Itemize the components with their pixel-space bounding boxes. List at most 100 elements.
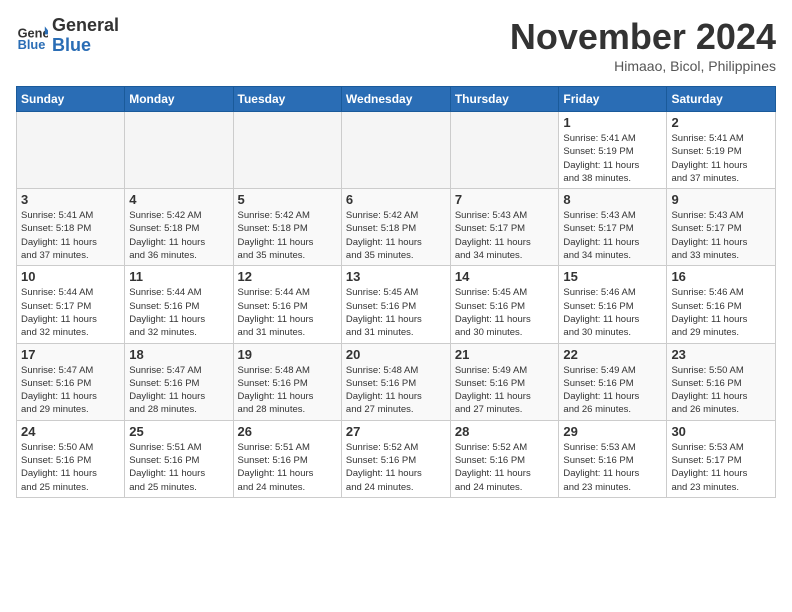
day-info: Sunrise: 5:46 AM Sunset: 5:16 PM Dayligh… — [563, 286, 662, 339]
weekday-header-saturday: Saturday — [667, 87, 776, 112]
calendar-cell: 23 Sunrise: 5:50 AM Sunset: 5:16 PM Dayli… — [667, 343, 776, 420]
day-number: 18 — [129, 347, 228, 362]
day-number: 3 — [21, 192, 120, 207]
day-info: Sunrise: 5:52 AM Sunset: 5:16 PM Dayligh… — [455, 441, 555, 494]
day-number: 19 — [238, 347, 337, 362]
day-number: 26 — [238, 424, 337, 439]
day-info: Sunrise: 5:44 AM Sunset: 5:16 PM Dayligh… — [129, 286, 228, 339]
day-info: Sunrise: 5:48 AM Sunset: 5:16 PM Dayligh… — [346, 364, 446, 417]
logo-general-text: General — [52, 16, 119, 36]
day-info: Sunrise: 5:41 AM Sunset: 5:19 PM Dayligh… — [671, 132, 771, 185]
day-info: Sunrise: 5:50 AM Sunset: 5:16 PM Dayligh… — [21, 441, 120, 494]
day-info: Sunrise: 5:52 AM Sunset: 5:16 PM Dayligh… — [346, 441, 446, 494]
day-number: 23 — [671, 347, 771, 362]
day-number: 22 — [563, 347, 662, 362]
calendar-cell: 12Sunrise: 5:44 AM Sunset: 5:16 PM Dayli… — [233, 266, 341, 343]
day-number: 20 — [346, 347, 446, 362]
day-info: Sunrise: 5:43 AM Sunset: 5:17 PM Dayligh… — [563, 209, 662, 262]
calendar-cell: 25Sunrise: 5:51 AM Sunset: 5:16 PM Dayli… — [125, 420, 233, 497]
day-number: 9 — [671, 192, 771, 207]
calendar-cell: 9Sunrise: 5:43 AM Sunset: 5:17 PM Daylig… — [667, 189, 776, 266]
day-info: Sunrise: 5:42 AM Sunset: 5:18 PM Dayligh… — [129, 209, 228, 262]
calendar-cell: 6 Sunrise: 5:42 AM Sunset: 5:18 PM Daylig… — [341, 189, 450, 266]
day-info: Sunrise: 5:42 AM Sunset: 5:18 PM Dayligh… — [238, 209, 337, 262]
calendar-cell — [233, 112, 341, 189]
calendar-cell: 3 Sunrise: 5:41 AM Sunset: 5:18 PM Daylig… — [17, 189, 125, 266]
day-info: Sunrise: 5:48 AM Sunset: 5:16 PM Dayligh… — [238, 364, 337, 417]
day-number: 4 — [129, 192, 228, 207]
calendar-cell — [125, 112, 233, 189]
calendar-cell: 22 Sunrise: 5:49 AM Sunset: 5:16 PM Dayli… — [559, 343, 667, 420]
day-info: Sunrise: 5:45 AM Sunset: 5:16 PM Dayligh… — [346, 286, 446, 339]
logo-icon: General Blue — [16, 20, 48, 52]
calendar-cell: 4 Sunrise: 5:42 AM Sunset: 5:18 PM Daylig… — [125, 189, 233, 266]
day-info: Sunrise: 5:53 AM Sunset: 5:17 PM Dayligh… — [671, 441, 771, 494]
day-number: 15 — [563, 269, 662, 284]
calendar-cell: 15 Sunrise: 5:46 AM Sunset: 5:16 PM Dayli… — [559, 266, 667, 343]
day-info: Sunrise: 5:49 AM Sunset: 5:16 PM Dayligh… — [455, 364, 555, 417]
calendar-week-4: 17 Sunrise: 5:47 AM Sunset: 5:16 PM Dayli… — [17, 343, 776, 420]
calendar-cell: 10 Sunrise: 5:44 AM Sunset: 5:17 PM Dayli… — [17, 266, 125, 343]
day-number: 30 — [671, 424, 771, 439]
day-info: Sunrise: 5:50 AM Sunset: 5:16 PM Dayligh… — [671, 364, 771, 417]
calendar-cell: 24 Sunrise: 5:50 AM Sunset: 5:16 PM Dayli… — [17, 420, 125, 497]
day-number: 16 — [671, 269, 771, 284]
day-number: 29 — [563, 424, 662, 439]
day-number: 6 — [346, 192, 446, 207]
weekday-header-wednesday: Wednesday — [341, 87, 450, 112]
svg-text:Blue: Blue — [18, 37, 46, 52]
weekday-header-thursday: Thursday — [450, 87, 559, 112]
logo-text: General Blue — [52, 16, 119, 56]
day-number: 12 — [238, 269, 337, 284]
calendar-cell: 16 Sunrise: 5:46 AM Sunset: 5:16 PM Dayli… — [667, 266, 776, 343]
day-number: 7 — [455, 192, 555, 207]
day-number: 17 — [21, 347, 120, 362]
day-info: Sunrise: 5:44 AM Sunset: 5:17 PM Dayligh… — [21, 286, 120, 339]
day-info: Sunrise: 5:46 AM Sunset: 5:16 PM Dayligh… — [671, 286, 771, 339]
calendar-week-1: 1 Sunrise: 5:41 AM Sunset: 5:19 PM Daylig… — [17, 112, 776, 189]
day-number: 24 — [21, 424, 120, 439]
day-number: 14 — [455, 269, 555, 284]
calendar-cell — [341, 112, 450, 189]
calendar-cell — [17, 112, 125, 189]
calendar-cell: 30 Sunrise: 5:53 AM Sunset: 5:17 PM Dayli… — [667, 420, 776, 497]
weekday-header-friday: Friday — [559, 87, 667, 112]
day-info: Sunrise: 5:41 AM Sunset: 5:18 PM Dayligh… — [21, 209, 120, 262]
day-info: Sunrise: 5:41 AM Sunset: 5:19 PM Dayligh… — [563, 132, 662, 185]
calendar-cell: 18Sunrise: 5:47 AM Sunset: 5:16 PM Dayli… — [125, 343, 233, 420]
day-number: 2 — [671, 115, 771, 130]
day-number: 28 — [455, 424, 555, 439]
calendar-cell: 17 Sunrise: 5:47 AM Sunset: 5:16 PM Dayli… — [17, 343, 125, 420]
day-info: Sunrise: 5:43 AM Sunset: 5:17 PM Dayligh… — [455, 209, 555, 262]
calendar-cell: 2 Sunrise: 5:41 AM Sunset: 5:19 PM Daylig… — [667, 112, 776, 189]
day-number: 10 — [21, 269, 120, 284]
day-info: Sunrise: 5:49 AM Sunset: 5:16 PM Dayligh… — [563, 364, 662, 417]
day-info: Sunrise: 5:42 AM Sunset: 5:18 PM Dayligh… — [346, 209, 446, 262]
day-number: 1 — [563, 115, 662, 130]
weekday-header-sunday: Sunday — [17, 87, 125, 112]
logo: General Blue General Blue — [16, 16, 119, 56]
calendar-cell: 1 Sunrise: 5:41 AM Sunset: 5:19 PM Daylig… — [559, 112, 667, 189]
day-number: 8 — [563, 192, 662, 207]
calendar-table: SundayMondayTuesdayWednesdayThursdayFrid… — [16, 86, 776, 498]
calendar-cell: 11Sunrise: 5:44 AM Sunset: 5:16 PM Dayli… — [125, 266, 233, 343]
weekday-header-tuesday: Tuesday — [233, 87, 341, 112]
day-info: Sunrise: 5:51 AM Sunset: 5:16 PM Dayligh… — [129, 441, 228, 494]
calendar-week-2: 3 Sunrise: 5:41 AM Sunset: 5:18 PM Daylig… — [17, 189, 776, 266]
title-block: November 2024 Himaao, Bicol, Philippines — [510, 16, 776, 74]
day-info: Sunrise: 5:53 AM Sunset: 5:16 PM Dayligh… — [563, 441, 662, 494]
calendar-cell: 28 Sunrise: 5:52 AM Sunset: 5:16 PM Dayli… — [450, 420, 559, 497]
calendar-cell: 13Sunrise: 5:45 AM Sunset: 5:16 PM Dayli… — [341, 266, 450, 343]
day-info: Sunrise: 5:45 AM Sunset: 5:16 PM Dayligh… — [455, 286, 555, 339]
day-number: 21 — [455, 347, 555, 362]
calendar-cell: 26Sunrise: 5:51 AM Sunset: 5:16 PM Dayli… — [233, 420, 341, 497]
logo-blue-text: Blue — [52, 36, 119, 56]
day-info: Sunrise: 5:47 AM Sunset: 5:16 PM Dayligh… — [21, 364, 120, 417]
location-text: Himaao, Bicol, Philippines — [510, 58, 776, 74]
calendar-cell: 20 Sunrise: 5:48 AM Sunset: 5:16 PM Dayli… — [341, 343, 450, 420]
page-header: General Blue General Blue November 2024 … — [16, 16, 776, 74]
day-number: 5 — [238, 192, 337, 207]
calendar-cell: 19 Sunrise: 5:48 AM Sunset: 5:16 PM Dayli… — [233, 343, 341, 420]
calendar-cell: 7 Sunrise: 5:43 AM Sunset: 5:17 PM Daylig… — [450, 189, 559, 266]
calendar-week-5: 24 Sunrise: 5:50 AM Sunset: 5:16 PM Dayli… — [17, 420, 776, 497]
